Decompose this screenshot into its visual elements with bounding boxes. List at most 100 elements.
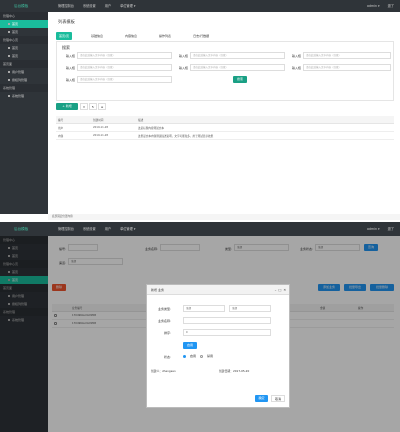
table-cell: 2019-11-28	[91, 123, 136, 132]
search-title: 搜索	[62, 45, 70, 50]
table-cell: 用户	[56, 123, 91, 132]
edit-modal: 新增 业务 – □ ✕ 业务类型: 全部 全部 业务名称: 排序: 0 启用 状…	[146, 284, 290, 408]
menu-icon	[8, 95, 10, 97]
refresh-icon[interactable]: ↻	[89, 103, 97, 110]
logout-link[interactable]: 退了	[388, 222, 394, 236]
page-title: 列表模板	[58, 19, 75, 24]
sidebar-item[interactable]: 授权列管理	[0, 76, 48, 84]
search-input[interactable]: 请在此处输入文字内容（任意）	[190, 64, 285, 71]
tab-item[interactable]: 操作列表	[156, 32, 174, 40]
brand-logo[interactable]: 后台模板	[0, 222, 48, 236]
window-controls: – □ ✕	[275, 285, 286, 295]
status-toggle[interactable]: 启用	[183, 342, 197, 349]
search-input[interactable]: 请在此处输入文字内容（任意）	[77, 64, 172, 71]
field-label: 排序:	[163, 331, 171, 335]
field-label: 输入框	[65, 66, 75, 70]
user-dropdown[interactable]: admin ▾	[367, 222, 380, 236]
sidebar-item-label: 首页	[12, 54, 19, 58]
sidebar-item-label: 用户管理	[12, 70, 25, 74]
order-input[interactable]: 0	[183, 329, 271, 336]
search-panel: 搜索 输入框 请在此处输入文字内容（任意） 输入框 请在此处输入文字内容（任意）…	[56, 41, 394, 101]
field-label: 输入框	[291, 66, 301, 70]
sidebar-item-label: 首页	[12, 30, 19, 34]
main-content: 列表模板 首页/页 基础信息 内容信息 操作列表 日志/行数据 搜索 输入框 请…	[48, 12, 400, 214]
sidebar-item[interactable]: 首页	[0, 20, 48, 28]
brand-logo[interactable]: 后台模板	[0, 0, 48, 12]
sidebar-group[interactable]: 首页面	[0, 60, 48, 68]
nav-item[interactable]: 单位管理 ▾	[120, 222, 135, 236]
radio-checked-icon[interactable]	[183, 354, 186, 358]
cancel-button[interactable]: 取消	[271, 395, 285, 402]
tab-item[interactable]: 基础信息	[88, 32, 106, 40]
user-menu: admin ▾ 退了	[367, 0, 394, 12]
field-label: 输入框	[178, 54, 188, 58]
close-icon[interactable]: ✕	[283, 285, 286, 295]
nav-item[interactable]: 管理控制台	[58, 0, 74, 12]
sidebar-item[interactable]: 系统管理	[0, 92, 48, 100]
menu-icon	[8, 47, 10, 49]
sidebar-group[interactable]: 系统管理	[0, 84, 48, 92]
main-nav: 管理控制台 系统设置 用户 单位管理 ▾	[58, 222, 135, 236]
tab-bar: 首页/页 基础信息 内容信息 操作列表 日志/行数据	[56, 32, 212, 40]
creator-text: 创建人：zhangsan	[151, 369, 176, 373]
field-label: 业务名称:	[157, 319, 171, 323]
field-label: 状态:	[163, 355, 171, 359]
nav-item[interactable]: 管理控制台	[58, 222, 74, 236]
type-select[interactable]: 全部	[183, 305, 225, 312]
name-input[interactable]	[183, 317, 271, 324]
nav-item[interactable]: 系统设置	[83, 0, 96, 12]
data-table: 编号 创建时间 描述 用户 2019-11-28 这是标题内容测试文本 内容 2…	[56, 116, 394, 140]
nav-item[interactable]: 单位管理 ▾	[120, 0, 135, 12]
sidebar-group[interactable]: 管理中心页	[0, 36, 48, 44]
logout-link[interactable]: 退了	[388, 0, 394, 12]
search-button[interactable]: 搜索	[233, 76, 247, 83]
type-select-2[interactable]: 全部	[229, 305, 271, 312]
dropdown-icon[interactable]: ▾	[80, 103, 88, 110]
modal-title: 新增 业务	[151, 288, 164, 292]
table-cell: 2019-11-28	[91, 131, 136, 140]
search-input[interactable]: 请在此处输入文字内容（任意）	[77, 52, 172, 59]
search-input[interactable]: 请在此处输入文字内容（任意）	[303, 64, 391, 71]
field-label: 输入框	[65, 54, 75, 58]
search-input[interactable]: 请在此处输入文字内容（任意）	[303, 52, 391, 59]
tab-item[interactable]: 内容信息	[122, 32, 140, 40]
maximize-icon[interactable]: □	[278, 285, 281, 295]
modal-header: 新增 业务 – □ ✕	[147, 285, 289, 295]
column-header[interactable]: 创建时间	[91, 116, 136, 124]
radio-label: 禁用	[207, 354, 214, 358]
search-input[interactable]: 请在此处输入文字内容（任意）	[190, 52, 285, 59]
column-header[interactable]: 编号	[56, 116, 91, 124]
top-navbar: 后台模板 管理控制台 系统设置 用户 单位管理 ▾ admin ▾ 退了	[0, 0, 400, 12]
menu-icon	[8, 79, 10, 81]
column-header[interactable]: 描述	[136, 116, 394, 124]
sidebar-item[interactable]: 用户管理	[0, 68, 48, 76]
user-menu: admin ▾ 退了	[367, 222, 394, 236]
sidebar: 管理中心 首页 首页 管理中心页 首页 首页 首页面 用户管理 授权列管理 系统…	[0, 12, 48, 214]
nav-item[interactable]: 系统设置	[83, 222, 96, 236]
add-button[interactable]: + 新增	[56, 103, 78, 110]
minimize-icon[interactable]: –	[275, 285, 277, 295]
field-label: 业务类型:	[157, 307, 171, 311]
sidebar-item[interactable]: 首页	[0, 28, 48, 36]
sidebar-item-label: 系统管理	[12, 94, 25, 98]
tab-item[interactable]: 首页/页	[56, 32, 73, 40]
settings-icon[interactable]: ≡	[98, 103, 106, 110]
nav-item[interactable]: 用户	[105, 0, 111, 12]
sidebar-item[interactable]: 首页	[0, 44, 48, 52]
sidebar-item[interactable]: 首页	[0, 52, 48, 60]
sidebar-group[interactable]: 管理中心	[0, 12, 48, 20]
nav-item[interactable]: 用户	[105, 222, 111, 236]
user-dropdown[interactable]: admin ▾	[367, 0, 380, 12]
tab-item[interactable]: 日志/行数据	[190, 32, 212, 40]
search-input[interactable]: 请在此处输入文字内容（任意）	[77, 76, 172, 83]
field-label: 输入框	[291, 54, 301, 58]
table-row[interactable]: 内容 2019-11-28 这里是文本内容测试描述说明，文字可能较多，用于测试显…	[56, 131, 394, 140]
confirm-button[interactable]: 确定	[255, 395, 268, 402]
sidebar-item-label: 首页	[12, 46, 19, 50]
top-navbar: 后台模板 管理控制台 系统设置 用户 单位管理 ▾ admin ▾ 退了	[0, 222, 400, 236]
table-row[interactable]: 用户 2019-11-28 这是标题内容测试文本	[56, 123, 394, 132]
radio-unchecked-icon[interactable]	[200, 354, 204, 358]
field-label: 输入框	[178, 66, 188, 70]
menu-icon	[8, 31, 10, 33]
sidebar-item-label: 授权列管理	[12, 78, 28, 82]
